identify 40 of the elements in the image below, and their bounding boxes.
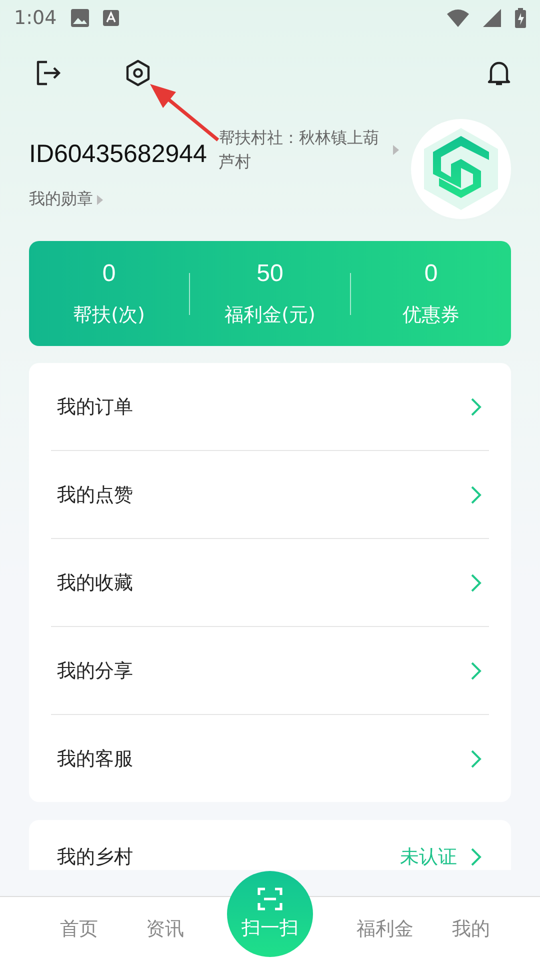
image-icon bbox=[70, 9, 89, 27]
stat-value[interactable]: 0 bbox=[424, 260, 438, 288]
stat-label[interactable]: 福利金(元) bbox=[224, 302, 316, 328]
status-time: 1:04 bbox=[14, 7, 57, 29]
bell-icon[interactable] bbox=[486, 59, 512, 87]
triangle-right-icon bbox=[392, 145, 399, 155]
chevron-right-icon bbox=[469, 572, 483, 594]
triangle-right-icon bbox=[97, 194, 103, 204]
chevron-right-icon bbox=[469, 748, 483, 770]
tab-item[interactable]: 首页 bbox=[36, 916, 122, 942]
logo-icon bbox=[421, 126, 501, 212]
menu-item[interactable]: 我的收藏 bbox=[51, 538, 489, 626]
badges-link[interactable]: 我的勋章 bbox=[29, 189, 207, 210]
wifi-icon bbox=[447, 9, 469, 27]
signal-icon bbox=[483, 9, 501, 27]
text-a-icon bbox=[102, 10, 119, 26]
tab-item[interactable]: 资讯 bbox=[122, 916, 208, 942]
tab-item[interactable]: 我的 bbox=[428, 916, 514, 942]
stat-value[interactable]: 50 bbox=[256, 260, 284, 288]
scan-button[interactable]: 扫一扫 bbox=[227, 871, 313, 957]
stat-label[interactable]: 优惠券 bbox=[402, 302, 460, 328]
scan-icon bbox=[257, 887, 283, 911]
chevron-right-icon bbox=[469, 846, 483, 868]
village-row[interactable]: 我的乡村 未认证 bbox=[57, 844, 483, 870]
settings-icon[interactable] bbox=[125, 59, 151, 87]
user-id: ID60435682944 bbox=[29, 140, 207, 169]
menu-item[interactable]: 我的订单 bbox=[51, 363, 489, 450]
chevron-right-icon bbox=[469, 396, 483, 418]
battery-icon bbox=[515, 8, 526, 28]
chevron-right-icon bbox=[469, 484, 483, 506]
arrow-annotation bbox=[150, 84, 220, 142]
stat-label[interactable]: 帮扶(次) bbox=[73, 302, 145, 328]
menu-item[interactable]: 我的点赞 bbox=[51, 450, 489, 538]
menu-item[interactable]: 我的分享 bbox=[51, 626, 489, 714]
logout-icon[interactable] bbox=[34, 59, 62, 87]
menu-item[interactable]: 我的客服 bbox=[51, 714, 489, 802]
tab-item[interactable]: 福利金 bbox=[342, 916, 428, 942]
stat-value[interactable]: 0 bbox=[102, 260, 116, 288]
village-text: 帮扶村社：秋林镇上葫芦村 bbox=[218, 127, 380, 173]
chevron-right-icon bbox=[469, 660, 483, 682]
